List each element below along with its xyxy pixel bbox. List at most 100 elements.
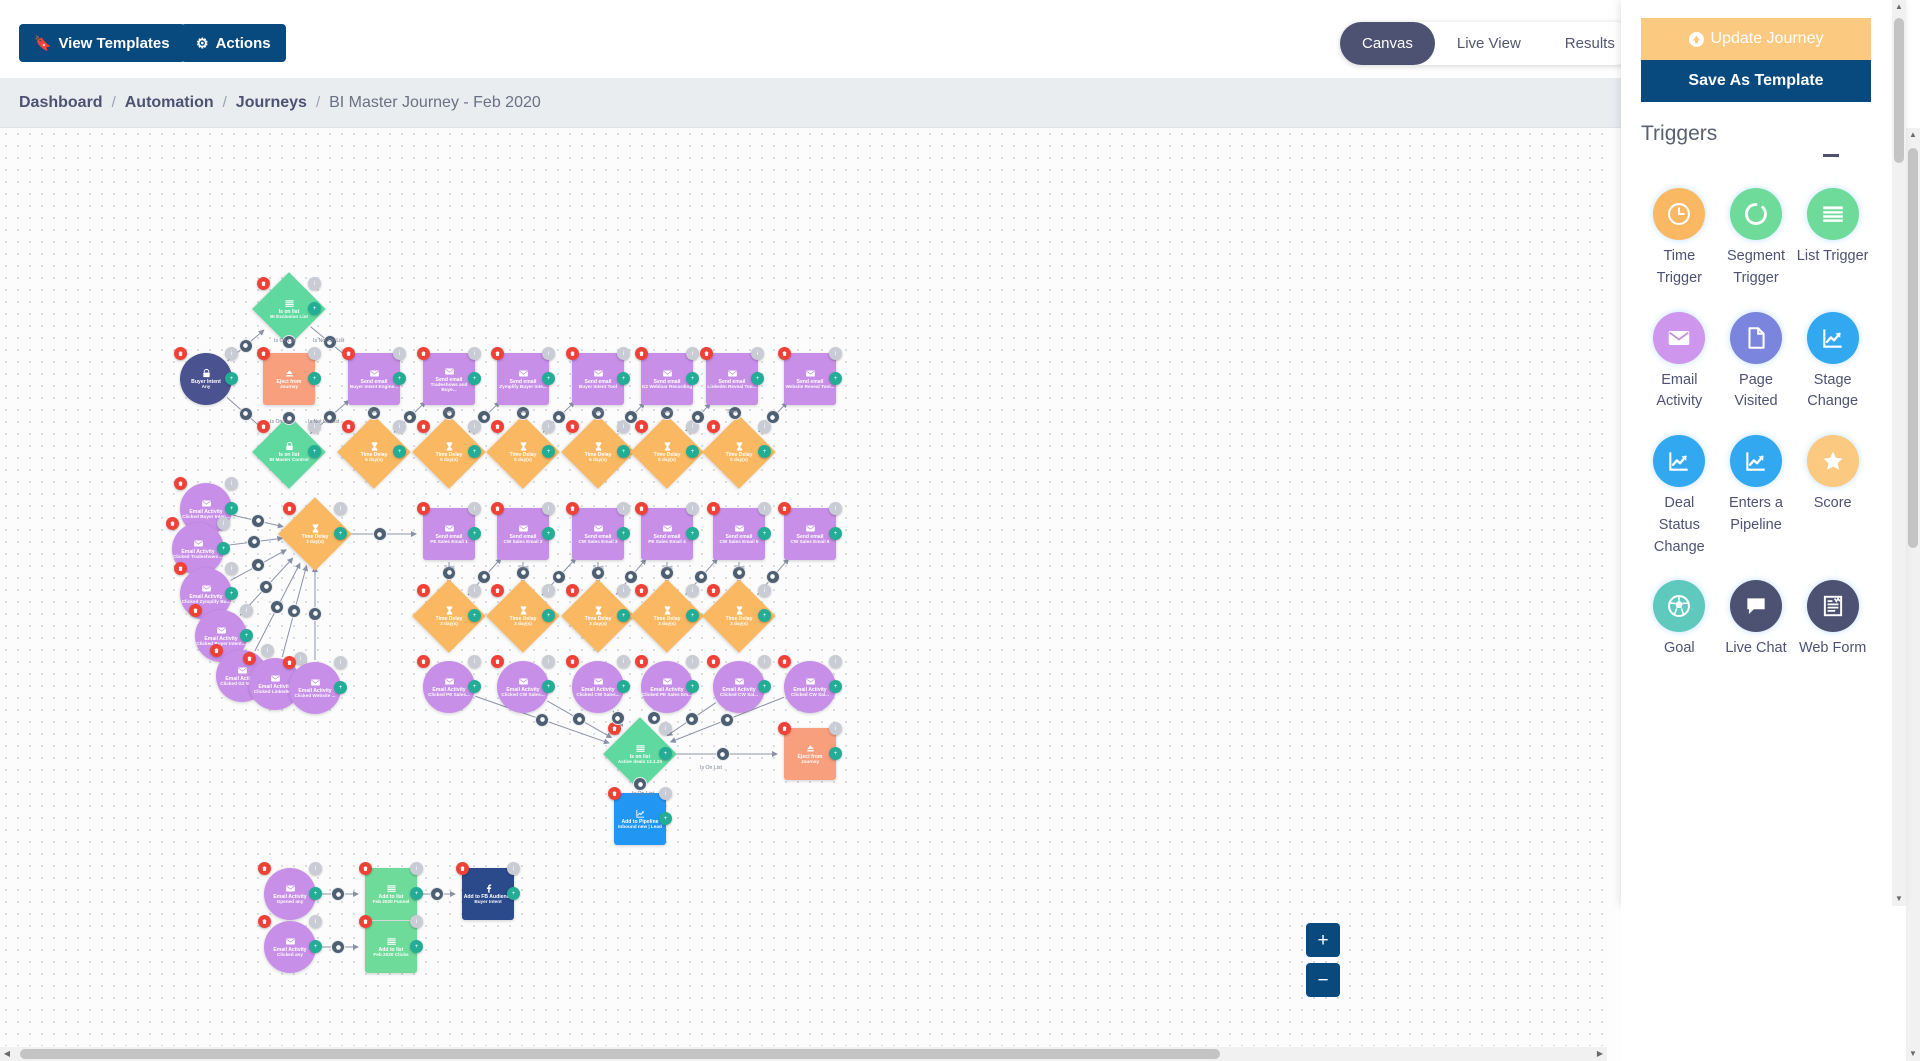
zoom-in-button[interactable]: +: [1306, 923, 1340, 957]
journey-node[interactable]: Time Delay 5 day(s) i +: [630, 415, 704, 489]
node-delete-button[interactable]: [258, 862, 271, 875]
node-info-button[interactable]: i: [261, 644, 274, 657]
tab-live-view[interactable]: Live View: [1435, 22, 1543, 65]
node-add-button[interactable]: +: [468, 527, 481, 540]
journey-node[interactable]: Send email LinkedIn Reveal Too... i +: [700, 347, 764, 405]
node-delete-button[interactable]: [243, 652, 256, 665]
journey-node[interactable]: Send email PE Sales Email 1 i +: [417, 502, 481, 560]
journey-node[interactable]: Send email Zymplify Buyer Inte... i +: [491, 347, 555, 405]
journey-node[interactable]: Time Delay 3 day(s) i +: [278, 497, 352, 571]
scroll-down-arrow-icon[interactable]: ▼: [1906, 1047, 1920, 1061]
node-delete-button[interactable]: [778, 655, 791, 668]
node-delete-button[interactable]: [566, 502, 579, 515]
node-delete-button[interactable]: [283, 656, 296, 669]
journey-node[interactable]: Time Delay 3 day(s) i +: [702, 579, 776, 653]
actions-button[interactable]: ⚙ Actions: [181, 24, 286, 62]
node-info-button[interactable]: i: [507, 862, 520, 875]
node-info-button[interactable]: i: [758, 584, 771, 597]
node-add-button[interactable]: +: [308, 445, 321, 458]
node-add-button[interactable]: +: [686, 445, 699, 458]
node-info-button[interactable]: i: [617, 584, 630, 597]
scroll-right-arrow-icon[interactable]: ▶: [1593, 1047, 1607, 1061]
node-add-button[interactable]: +: [225, 372, 238, 385]
node-add-button[interactable]: +: [225, 502, 238, 515]
journey-node[interactable]: Add to Pipeline Inbound new | Lead i +: [608, 787, 672, 845]
node-add-button[interactable]: +: [468, 609, 481, 622]
node-delete-button[interactable]: [174, 347, 187, 360]
node-info-button[interactable]: i: [829, 347, 842, 360]
node-add-button[interactable]: +: [686, 609, 699, 622]
journey-node[interactable]: Send email CW Sales Email 6 i +: [778, 502, 842, 560]
node-info-button[interactable]: i: [334, 656, 347, 669]
node-add-button[interactable]: +: [410, 887, 423, 900]
edge-connector-button[interactable]: [331, 887, 345, 901]
node-delete-button[interactable]: [700, 347, 713, 360]
node-info-button[interactable]: i: [308, 347, 321, 360]
node-add-button[interactable]: +: [659, 747, 672, 760]
tab-canvas[interactable]: Canvas: [1340, 22, 1435, 65]
journey-canvas-viewport[interactable]: Buyer Intent Any i + Is on list BI Exclusion …: [0, 128, 1621, 1061]
node-delete-button[interactable]: [778, 722, 791, 735]
edge-connector-button[interactable]: [765, 410, 780, 425]
trigger-deal-status-change[interactable]: Deal Status Change: [1641, 435, 1718, 558]
node-info-button[interactable]: i: [468, 347, 481, 360]
node-delete-button[interactable]: [417, 584, 430, 597]
node-info-button[interactable]: i: [468, 584, 481, 597]
edge-connector-button[interactable]: [430, 887, 444, 901]
node-add-button[interactable]: +: [686, 527, 699, 540]
node-add-button[interactable]: +: [334, 527, 347, 540]
node-info-button[interactable]: i: [751, 347, 764, 360]
node-info-button[interactable]: i: [542, 584, 555, 597]
node-delete-button[interactable]: [359, 915, 372, 928]
node-info-button[interactable]: i: [309, 915, 322, 928]
scroll-left-arrow-icon[interactable]: ◀: [0, 1047, 14, 1061]
node-info-button[interactable]: i: [309, 862, 322, 875]
node-info-button[interactable]: i: [217, 517, 230, 530]
edge-connector-button[interactable]: [551, 569, 566, 584]
journey-node[interactable]: Is on list BI Master Control i +: [252, 415, 326, 489]
canvas-hscroll-thumb[interactable]: [20, 1049, 1220, 1059]
node-delete-button[interactable]: [257, 347, 270, 360]
trigger-list-trigger[interactable]: List Trigger: [1794, 188, 1871, 290]
node-add-button[interactable]: +: [225, 587, 238, 600]
journey-node[interactable]: Send email CW Sales Email 3 i +: [566, 502, 630, 560]
trigger-time-trigger[interactable]: Time Trigger: [1641, 188, 1718, 290]
node-info-button[interactable]: i: [542, 655, 555, 668]
edge-connector-button[interactable]: [372, 527, 387, 541]
node-delete-button[interactable]: [566, 655, 579, 668]
node-add-button[interactable]: +: [309, 940, 322, 953]
node-add-button[interactable]: +: [542, 372, 555, 385]
journey-node[interactable]: Send email CW Sales Email 2 i +: [491, 502, 555, 560]
journey-node[interactable]: Email Activity Clicked CW Sales... i +: [566, 655, 630, 713]
save-as-template-button[interactable]: Save As Template: [1641, 60, 1871, 102]
node-info-button[interactable]: i: [686, 502, 699, 515]
node-info-button[interactable]: i: [758, 655, 771, 668]
node-info-button[interactable]: i: [829, 722, 842, 735]
trigger-score[interactable]: Score: [1794, 435, 1871, 558]
zoom-out-button[interactable]: −: [1306, 963, 1340, 997]
node-add-button[interactable]: +: [751, 372, 764, 385]
node-add-button[interactable]: +: [659, 812, 672, 825]
canvas-vscroll-thumb[interactable]: [1908, 148, 1918, 548]
edge-connector-button[interactable]: [694, 569, 709, 584]
edge-connector-button[interactable]: [270, 600, 285, 615]
node-add-button[interactable]: +: [393, 372, 406, 385]
edge-connector-button[interactable]: [251, 558, 266, 573]
node-add-button[interactable]: +: [542, 680, 555, 693]
node-add-button[interactable]: +: [308, 372, 321, 385]
collapse-triggers-minus-icon[interactable]: [1823, 154, 1839, 157]
node-delete-button[interactable]: [635, 502, 648, 515]
node-add-button[interactable]: +: [758, 609, 771, 622]
sidebar-scrollbar[interactable]: ▲ ▼: [1892, 0, 1906, 906]
trigger-page-visited[interactable]: Page Visited: [1718, 311, 1795, 414]
journey-node[interactable]: Eject from Journey i +: [778, 722, 842, 780]
node-add-button[interactable]: +: [617, 445, 630, 458]
node-delete-button[interactable]: [491, 584, 504, 597]
node-info-button[interactable]: i: [410, 915, 423, 928]
node-delete-button[interactable]: [417, 502, 430, 515]
edge-connector-button[interactable]: [287, 604, 302, 619]
edge-connector-button[interactable]: [402, 410, 417, 425]
journey-node[interactable]: Time Delay 3 day(s) i +: [561, 579, 635, 653]
node-add-button[interactable]: +: [410, 940, 423, 953]
node-delete-button[interactable]: [342, 347, 355, 360]
